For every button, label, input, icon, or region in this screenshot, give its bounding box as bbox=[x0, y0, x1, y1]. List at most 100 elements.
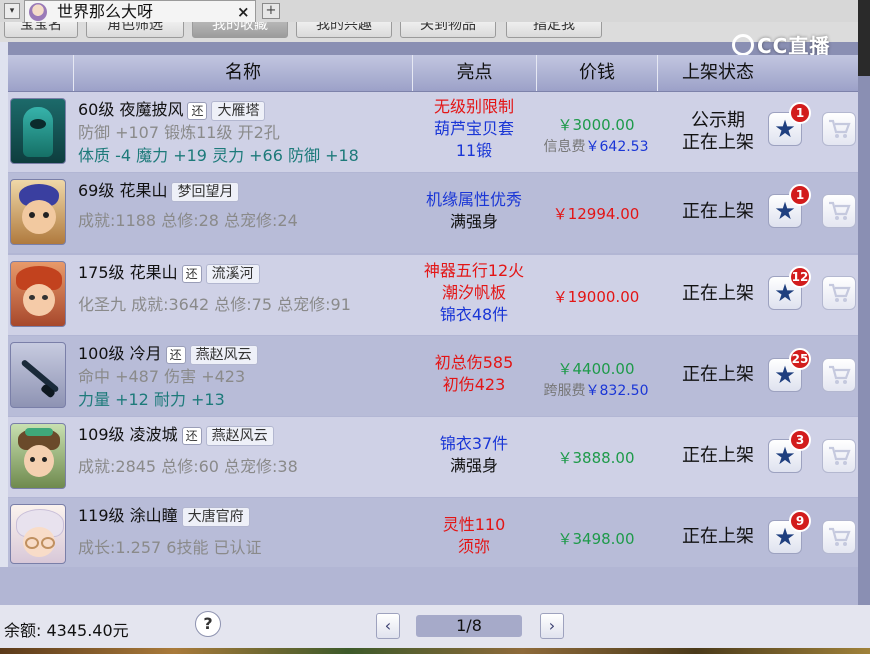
server-tag: 燕赵风云 bbox=[205, 426, 274, 446]
highlight-text: 初总伤585 bbox=[434, 353, 514, 372]
server-tag: 大唐官府 bbox=[181, 507, 250, 527]
tab-menu-dropdown[interactable]: ▾ bbox=[4, 3, 20, 19]
page-indicator: 1/8 bbox=[416, 615, 522, 637]
item-title: 69级 花果山 bbox=[78, 181, 168, 200]
status-cell: 正在上架 bbox=[658, 283, 778, 305]
cart-icon[interactable] bbox=[822, 112, 856, 146]
active-tab[interactable]: 世界那么大呀 × bbox=[24, 0, 256, 22]
highlight-text: 神器五行12火 bbox=[423, 261, 525, 280]
filter-button[interactable]: 我的兴趣 bbox=[296, 22, 392, 38]
filter-button[interactable]: 指定我 bbox=[506, 22, 602, 38]
window-edge bbox=[858, 0, 870, 76]
item-title: 175级 花果山 bbox=[78, 263, 178, 282]
price-value: ￥3498.00 bbox=[557, 530, 635, 548]
highlight-text: 潮汐帆板 bbox=[441, 283, 506, 302]
status-text: 公示期 bbox=[691, 110, 745, 131]
listing-row[interactable]: 100级 冷月还燕赵风云 命中 +487 伤害 +423 力量 +12 耐力 +… bbox=[8, 336, 858, 416]
next-page-button[interactable]: › bbox=[540, 613, 564, 639]
item-stats: 成就:1188 总修:28 总宠修:24 bbox=[78, 211, 298, 230]
fee-label: 信息费 bbox=[543, 139, 586, 155]
help-icon[interactable]: ? bbox=[195, 611, 221, 637]
highlight-text: 锦衣37件 bbox=[439, 434, 509, 453]
favorite-count-badge: 25 bbox=[789, 348, 811, 370]
highlight-text: 灵性110 bbox=[442, 515, 506, 534]
favorite-count-badge: 3 bbox=[789, 429, 811, 451]
item-title-line: 175级 花果山还流溪河 bbox=[78, 259, 260, 284]
return-tag: 还 bbox=[187, 102, 208, 120]
cart-icon[interactable] bbox=[822, 439, 856, 473]
close-tab-icon[interactable]: × bbox=[237, 1, 250, 23]
empty-list-area bbox=[0, 567, 858, 605]
highlight-text: 初伤423 bbox=[442, 375, 506, 394]
favorite-count-badge: 12 bbox=[789, 266, 811, 288]
status-text: 正在上架 bbox=[682, 201, 754, 222]
filter-button[interactable]: 角色筛选 bbox=[86, 22, 184, 38]
item-title-line: 100级 冷月还燕赵风云 bbox=[78, 340, 258, 365]
status-text: 正在上架 bbox=[682, 132, 754, 153]
item-stats: 命中 +487 伤害 +423 bbox=[78, 367, 246, 386]
character-portrait bbox=[10, 423, 66, 489]
fee-value: ￥832.50 bbox=[585, 383, 649, 399]
highlight-text: 11锻 bbox=[455, 141, 493, 160]
cart-icon[interactable] bbox=[822, 520, 856, 554]
cart-icon[interactable] bbox=[822, 276, 856, 310]
table-header: 名称 亮点 价钱 上架状态 bbox=[8, 55, 858, 92]
listing-row[interactable]: 69级 花果山 梦回望月 成就:1188 总修:28 总宠修:24 机缘属性优秀 … bbox=[8, 173, 858, 253]
listing-row[interactable]: 119级 涂山瞳 大唐官府 成长:1.257 6技能 已认证 灵性110 须弥 ￥… bbox=[8, 498, 858, 567]
item-title: 119级 涂山瞳 bbox=[78, 506, 178, 525]
return-tag: 还 bbox=[181, 427, 202, 445]
return-tag: 还 bbox=[165, 346, 186, 364]
highlight-cell: 初总伤585 初伤423 bbox=[412, 352, 536, 396]
balance-text: 余额: 4345.40元 bbox=[4, 621, 129, 640]
cart-icon[interactable] bbox=[822, 358, 856, 392]
highlight-text: 锦衣48件 bbox=[439, 305, 509, 324]
status-text: 正在上架 bbox=[682, 445, 754, 466]
listing-row[interactable]: 175级 花果山还流溪河 化圣九 成就:3642 总修:75 总宠修:91 神器… bbox=[8, 255, 858, 335]
listing-panel: 名称 亮点 价钱 上架状态 60级 夜魔披风还大雁塔 防御 +107 锻炼11级… bbox=[8, 55, 858, 567]
new-tab-button[interactable]: + bbox=[262, 3, 280, 19]
character-portrait bbox=[10, 179, 66, 245]
highlight-cell: 机缘属性优秀 满强身 bbox=[412, 189, 536, 233]
status-text: 正在上架 bbox=[682, 526, 754, 547]
status-cell: 正在上架 bbox=[658, 445, 778, 467]
item-title-line: 109级 凌波城还燕赵风云 bbox=[78, 421, 274, 446]
filter-button-active[interactable]: 我的收藏 bbox=[192, 22, 288, 38]
item-title-line: 69级 花果山 梦回望月 bbox=[78, 177, 240, 202]
server-tag: 大雁塔 bbox=[211, 101, 266, 121]
filter-button-row: 宝宝名 角色筛选 我的收藏 我的兴趣 关到物品 指定我 bbox=[0, 22, 858, 42]
character-portrait bbox=[10, 261, 66, 327]
item-stats: 化圣九 成就:3642 总修:75 总宠修:91 bbox=[78, 295, 351, 314]
item-title: 109级 凌波城 bbox=[78, 425, 178, 444]
left-margin bbox=[0, 42, 8, 602]
status-text: 正在上架 bbox=[682, 364, 754, 385]
favorite-count-badge: 1 bbox=[789, 102, 811, 124]
item-title-line: 119级 涂山瞳 大唐官府 bbox=[78, 502, 250, 527]
item-stats: 成长:1.257 6技能 已认证 bbox=[78, 538, 262, 557]
price-value: ￥4400.00 bbox=[557, 360, 635, 378]
listing-row[interactable]: 60级 夜魔披风还大雁塔 防御 +107 锻炼11级 开2孔 体质 -4 魔力 … bbox=[8, 92, 858, 172]
server-tag: 燕赵风云 bbox=[189, 345, 258, 365]
fee-label: 跨服费 bbox=[543, 383, 586, 399]
price-value: ￥12994.00 bbox=[552, 205, 640, 223]
favorite-count-badge: 1 bbox=[789, 184, 811, 206]
cloak-item-thumbnail bbox=[10, 98, 66, 164]
status-text: 正在上架 bbox=[682, 283, 754, 304]
status-cell: 正在上架 bbox=[658, 201, 778, 223]
cc-logo-icon bbox=[732, 34, 754, 56]
game-scene-background bbox=[0, 648, 870, 654]
highlight-text: 机缘属性优秀 bbox=[425, 190, 522, 209]
prev-page-button[interactable]: ‹ bbox=[376, 613, 400, 639]
item-stats: 防御 +107 锻炼11级 开2孔 bbox=[78, 123, 280, 142]
cart-icon[interactable] bbox=[822, 194, 856, 228]
listing-row[interactable]: 109级 凌波城还燕赵风云 成就:2845 总修:60 总宠修:38 锦衣37件… bbox=[8, 417, 858, 497]
filter-button[interactable]: 宝宝名 bbox=[4, 22, 78, 38]
return-tag: 还 bbox=[181, 265, 202, 283]
filter-button[interactable]: 关到物品 bbox=[400, 22, 496, 38]
header-status: 上架状态 bbox=[682, 62, 754, 83]
footer-bar: 余额: 4345.40元 ? ‹ 1/8 › bbox=[0, 605, 870, 648]
item-bonus-stats: 体质 -4 魔力 +19 灵力 +66 防御 +18 bbox=[78, 146, 359, 165]
header-highlight: 亮点 bbox=[456, 62, 493, 83]
highlight-text: 满强身 bbox=[449, 212, 498, 231]
highlight-cell: 神器五行12火 潮汐帆板 锦衣48件 bbox=[412, 260, 536, 326]
status-cell: 正在上架 bbox=[658, 364, 778, 386]
